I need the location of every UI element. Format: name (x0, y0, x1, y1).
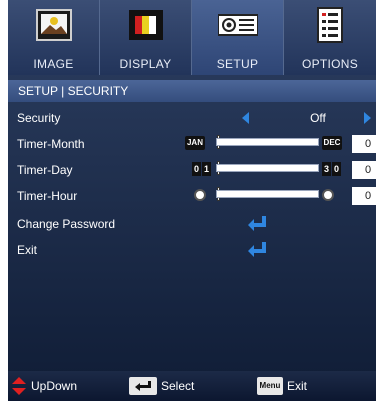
enter-icon[interactable] (246, 240, 268, 260)
image-icon (36, 9, 72, 41)
clock-icon (322, 189, 334, 201)
day-max-digit: 3 (322, 162, 331, 176)
footer-bar: UpDown Select Menu Exit (8, 371, 376, 401)
day-min-digit: 1 (202, 162, 211, 176)
timer-day-row[interactable]: Timer-Day 0 1 3 0 0 (8, 157, 380, 183)
display-icon (129, 10, 163, 40)
projector-icon (218, 14, 258, 36)
clock-icon (194, 189, 206, 201)
timer-day-label: Timer-Day (17, 163, 73, 177)
timer-hour-label: Timer-Hour (17, 189, 78, 203)
security-row[interactable]: Security Off (8, 105, 376, 131)
footer-exit-label: Exit (287, 379, 308, 393)
timer-hour-row[interactable]: Timer-Hour 0 (8, 183, 380, 209)
tab-options[interactable]: OPTIONS (284, 0, 376, 75)
tab-label: DISPLAY (119, 57, 172, 71)
security-label: Security (17, 111, 61, 125)
security-value: Off (310, 111, 326, 125)
footer-updown-label: UpDown (31, 379, 78, 393)
updown-icon (12, 377, 26, 395)
timer-hour-slider[interactable] (216, 190, 319, 198)
timer-day-value: 0 (352, 161, 380, 179)
osd-menu: IMAGE DISPLAY SETUP OPTIONS SETUP | SECU… (8, 0, 380, 401)
arrow-left-icon[interactable] (242, 112, 249, 124)
timer-month-label: Timer-Month (17, 137, 85, 151)
timer-day-slider[interactable] (216, 164, 319, 172)
section-title: SETUP | SECURITY (8, 80, 376, 102)
arrow-right-icon[interactable] (364, 112, 371, 124)
options-icon (317, 7, 343, 43)
day-min-digit: 0 (192, 162, 201, 176)
tab-label: SETUP (216, 57, 259, 71)
change-password-row[interactable]: Change Password (8, 211, 376, 237)
day-max-digit: 0 (332, 162, 341, 176)
menu-key-icon: Menu (257, 377, 283, 395)
timer-month-row[interactable]: Timer-Month JAN DEC 0 (8, 131, 380, 157)
tab-bar: IMAGE DISPLAY SETUP OPTIONS (8, 0, 376, 78)
timer-month-value: 0 (352, 135, 380, 153)
tab-setup[interactable]: SETUP (192, 0, 284, 75)
month-min-label: JAN (185, 136, 205, 150)
exit-row[interactable]: Exit (8, 237, 376, 263)
tab-image[interactable]: IMAGE (8, 0, 100, 75)
change-password-label: Change Password (17, 217, 116, 231)
enter-key-icon (129, 377, 157, 395)
month-max-label: DEC (322, 136, 342, 150)
tab-label: OPTIONS (301, 57, 359, 71)
exit-label: Exit (17, 243, 38, 257)
timer-month-slider[interactable] (216, 138, 319, 146)
timer-hour-value: 0 (352, 187, 380, 205)
tab-label: IMAGE (33, 57, 74, 71)
enter-icon[interactable] (246, 214, 268, 234)
footer-select-label: Select (161, 379, 195, 393)
tab-display[interactable]: DISPLAY (100, 0, 192, 75)
